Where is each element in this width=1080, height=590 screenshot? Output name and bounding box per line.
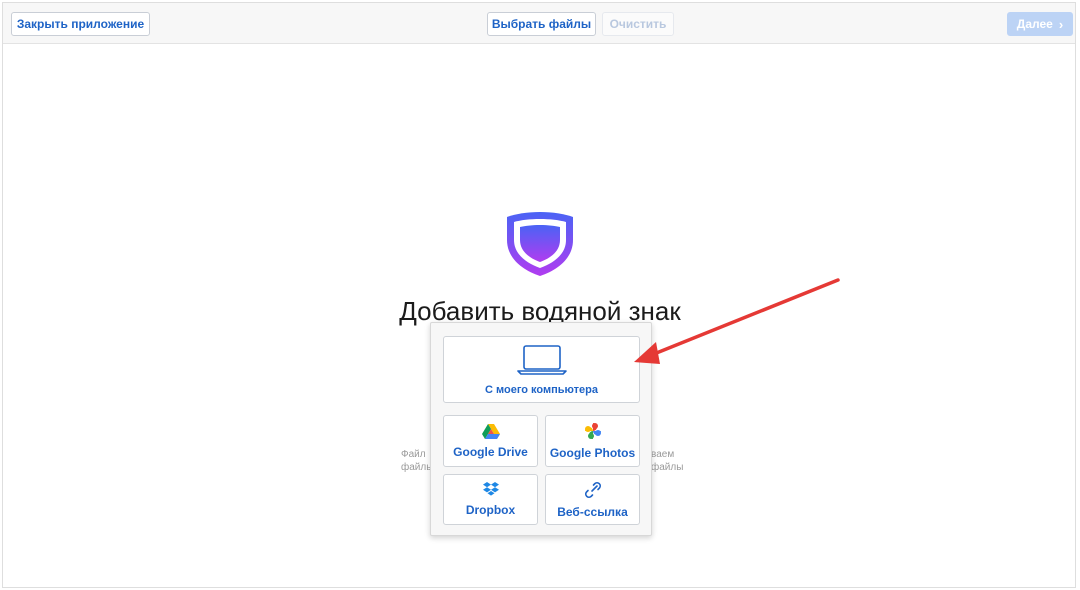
google-drive-button[interactable]: Google Drive — [443, 415, 538, 467]
hint-text-right: ваем файлы — [651, 448, 683, 474]
from-computer-label: С моего компьютера — [485, 383, 598, 396]
chevron-right-icon: › — [1058, 16, 1064, 32]
next-button[interactable]: Далее › — [1007, 12, 1073, 36]
top-toolbar: Закрыть приложение Выбрать файлы Очистит… — [3, 3, 1075, 44]
close-app-button[interactable]: Закрыть приложение — [11, 12, 150, 36]
link-icon — [584, 481, 601, 498]
google-photos-icon — [584, 423, 601, 439]
google-drive-label: Google Drive — [453, 445, 528, 459]
clear-button[interactable]: Очистить — [602, 12, 674, 36]
google-drive-icon — [481, 424, 500, 439]
hint-right-line-1: ваем — [651, 449, 675, 460]
dropbox-icon — [482, 482, 499, 496]
google-photos-label: Google Photos — [549, 446, 636, 460]
web-link-button[interactable]: Веб-ссылка — [545, 474, 640, 525]
laptop-icon — [516, 344, 567, 375]
dropbox-button[interactable]: Dropbox — [443, 474, 538, 525]
hint-left-line-1: Файл — [401, 449, 426, 460]
hint-text-left: Файл файлы — [401, 448, 433, 474]
shield-logo-icon — [507, 212, 573, 276]
dropbox-label: Dropbox — [465, 503, 516, 517]
hint-left-line-2: файлы — [401, 462, 434, 473]
file-source-menu: С моего компьютера Google Drive Google P… — [430, 322, 652, 536]
next-button-label: Далее — [1016, 17, 1053, 31]
google-photos-button[interactable]: Google Photos — [545, 415, 640, 467]
choose-files-button[interactable]: Выбрать файлы — [487, 12, 596, 36]
annotation-arrow-icon — [634, 278, 840, 364]
web-link-label: Веб-ссылка — [557, 504, 628, 519]
hint-right-line-2: файлы — [651, 462, 684, 473]
from-computer-button[interactable]: С моего компьютера — [443, 336, 640, 403]
